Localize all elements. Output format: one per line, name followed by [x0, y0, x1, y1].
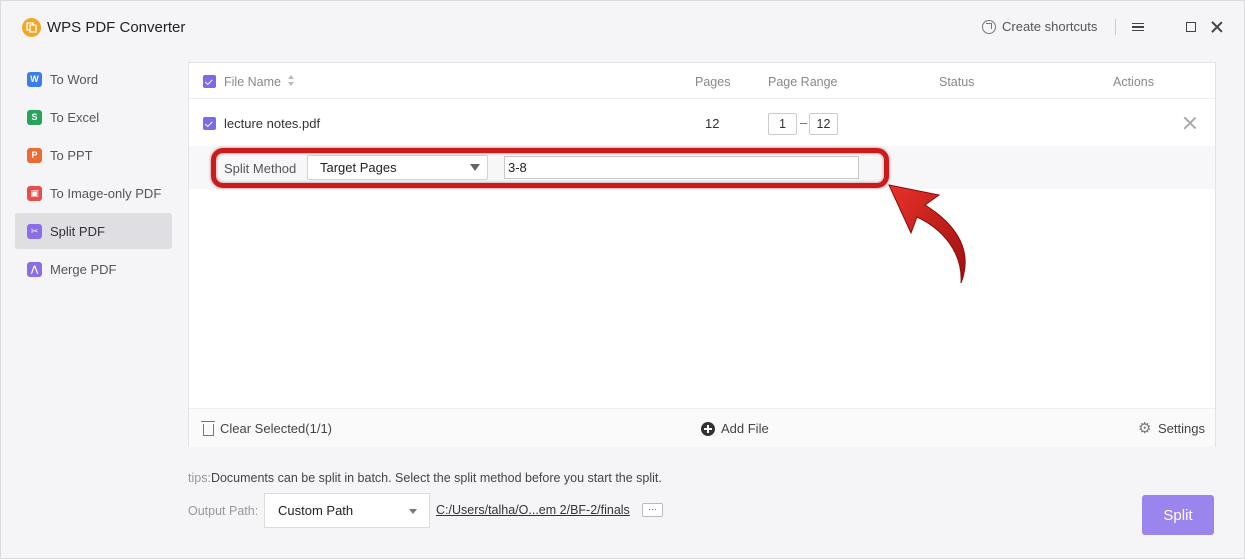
- range-separator: –: [800, 115, 808, 130]
- word-icon: W: [27, 71, 42, 87]
- add-file-label: Add File: [721, 421, 769, 436]
- sidebar-item-split-pdf[interactable]: ✂ Split PDF: [15, 213, 172, 249]
- titlebar-divider: [1115, 19, 1116, 35]
- shortcut-icon: [982, 19, 996, 34]
- table-header: File Name Pages Page Range Status Action…: [189, 63, 1215, 99]
- remove-file-icon[interactable]: [1183, 116, 1197, 130]
- file-list-panel: File Name Pages Page Range Status Action…: [188, 62, 1216, 447]
- sidebar-item-to-word[interactable]: W To Word: [15, 61, 172, 97]
- sidebar-item-label: To Excel: [50, 109, 100, 125]
- menu-button[interactable]: [1129, 18, 1147, 36]
- maximize-button[interactable]: [1182, 18, 1200, 36]
- excel-icon: S: [27, 109, 42, 125]
- app-window: WPS PDF Converter Create shortcuts W To …: [0, 0, 1245, 559]
- settings-label: Settings: [1158, 421, 1205, 436]
- tips-label: tips:: [188, 471, 211, 485]
- sort-icon[interactable]: [288, 75, 294, 87]
- hamburger-icon: [1132, 21, 1144, 33]
- range-to-input[interactable]: 12: [809, 113, 838, 135]
- page-count: 12: [705, 116, 720, 131]
- tips-body: Documents can be split in batch. Select …: [210, 471, 662, 485]
- annotation-arrow-icon: [888, 184, 966, 284]
- split-method-row: Split Method Target Pages: [189, 146, 1215, 189]
- header-file-name[interactable]: File Name: [224, 75, 281, 89]
- range-from-input[interactable]: 1: [768, 113, 797, 135]
- output-path-label: Output Path:: [188, 504, 259, 518]
- panel-footer: Clear Selected(1/1) Add File ⚙ Settings: [189, 408, 1215, 447]
- title-bar: WPS PDF Converter Create shortcuts: [1, 1, 1244, 55]
- create-shortcuts-button[interactable]: Create shortcuts: [982, 19, 1097, 34]
- maximize-icon: [1186, 22, 1196, 32]
- annotation-highlight: [211, 148, 889, 188]
- sidebar-item-label: Split PDF: [50, 223, 105, 239]
- clear-selected-button[interactable]: Clear Selected(1/1): [201, 420, 332, 436]
- app-title: WPS PDF Converter: [47, 19, 186, 36]
- close-icon: [1211, 21, 1223, 33]
- trash-icon: [201, 420, 215, 436]
- output-path-mode: Custom Path: [278, 503, 354, 518]
- add-file-button[interactable]: Add File: [701, 421, 769, 436]
- sidebar-item-label: Merge PDF: [50, 261, 117, 277]
- sidebar-item-label: To Image-only PDF: [50, 185, 162, 201]
- add-icon: [701, 421, 715, 436]
- merge-icon: ⋀: [27, 261, 42, 277]
- sidebar-item-label: To PPT: [50, 147, 93, 163]
- table-row: lecture notes.pdf 12 1 – 12: [189, 100, 1215, 146]
- settings-button[interactable]: ⚙ Settings: [1138, 419, 1205, 437]
- sidebar-item-to-excel[interactable]: S To Excel: [15, 99, 172, 135]
- sidebar: W To Word S To Excel P To PPT ▣ To Image…: [15, 61, 172, 289]
- tips-text: tips:Documents can be split in batch. Se…: [188, 471, 662, 485]
- file-name: lecture notes.pdf: [224, 116, 321, 131]
- output-path-link[interactable]: C:/Users/talha/O...em 2/BF-2/finals: [436, 503, 630, 517]
- split-icon: ✂: [27, 223, 42, 239]
- header-status: Status: [939, 75, 975, 89]
- select-all-checkbox[interactable]: [203, 75, 216, 88]
- header-actions: Actions: [1113, 75, 1154, 89]
- chevron-down-icon: [409, 509, 417, 514]
- browse-button[interactable]: ···: [642, 503, 663, 517]
- image-pdf-icon: ▣: [27, 185, 42, 201]
- sidebar-item-merge-pdf[interactable]: ⋀ Merge PDF: [15, 251, 172, 287]
- sidebar-item-to-ppt[interactable]: P To PPT: [15, 137, 172, 173]
- ppt-icon: P: [27, 147, 42, 163]
- app-logo-icon: [22, 18, 41, 37]
- row-checkbox[interactable]: [203, 117, 216, 130]
- sidebar-item-label: To Word: [50, 71, 99, 87]
- output-path-select[interactable]: Custom Path: [264, 493, 430, 528]
- create-shortcuts-label: Create shortcuts: [1002, 19, 1098, 34]
- split-button[interactable]: Split: [1142, 495, 1214, 535]
- gear-icon: ⚙: [1138, 419, 1152, 437]
- sidebar-item-to-image-pdf[interactable]: ▣ To Image-only PDF: [15, 175, 172, 211]
- close-window-button[interactable]: [1208, 18, 1226, 36]
- clear-selected-label: Clear Selected(1/1): [220, 421, 332, 436]
- header-page-range: Page Range: [768, 75, 838, 89]
- header-pages: Pages: [695, 75, 731, 89]
